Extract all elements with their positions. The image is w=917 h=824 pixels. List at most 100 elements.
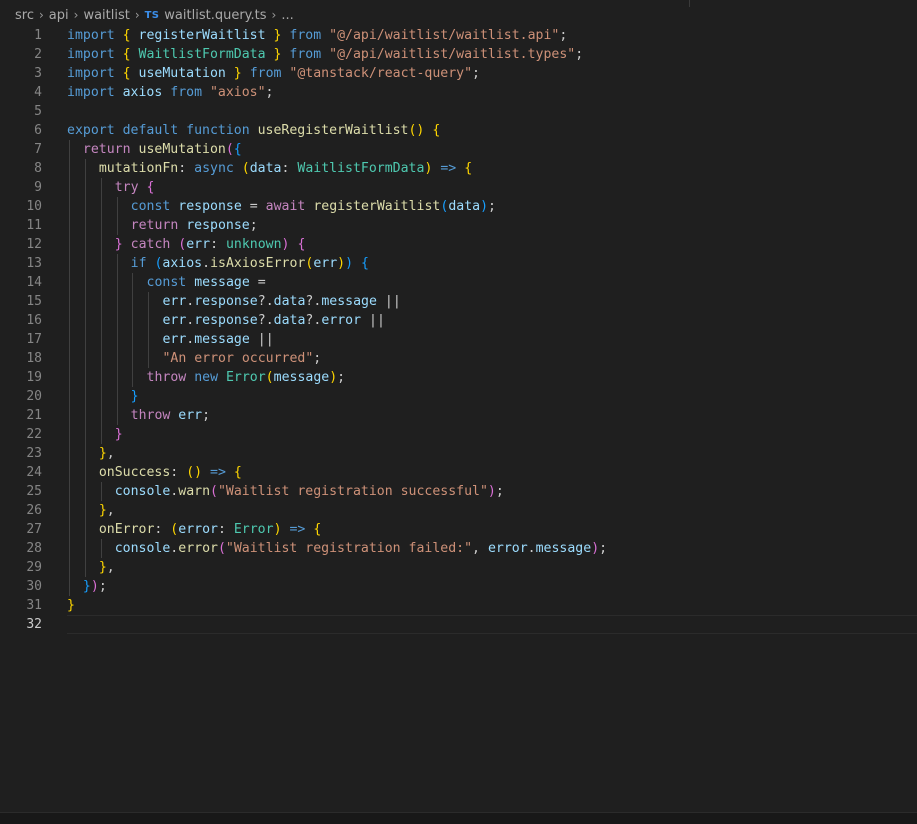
line-number: 31: [26, 598, 42, 613]
code-line[interactable]: 11 return response;: [0, 216, 917, 235]
code-text: onError: (error: Error) => {: [98, 522, 322, 537]
code-line[interactable]: 6 export default function useRegisterWait…: [0, 121, 917, 140]
code-line[interactable]: 9 try {: [0, 178, 917, 197]
line-number: 15: [26, 294, 42, 309]
line-number: 10: [26, 199, 42, 214]
code-text: throw err;: [130, 408, 211, 423]
divider: [689, 0, 690, 7]
line-number: 18: [26, 351, 42, 366]
code-text: } catch (err: unknown) {: [114, 237, 306, 252]
line-number: 11: [26, 218, 42, 233]
code-text: return response;: [130, 218, 258, 233]
code-line[interactable]: 10 const response = await registerWaitli…: [0, 197, 917, 216]
code-text: import { useMutation } from "@tanstack/r…: [67, 66, 480, 81]
code-line[interactable]: 7 return useMutation({: [0, 140, 917, 159]
code-line[interactable]: 19 throw new Error(message);: [0, 368, 917, 387]
code-line[interactable]: 1 import { registerWaitlist } from "@/api…: [0, 26, 917, 45]
line-number: 8: [34, 161, 42, 176]
line-number: 1: [34, 28, 42, 43]
line-number: 3: [34, 66, 42, 81]
code-line[interactable]: 2 import { WaitlistFormData } from "@/api…: [0, 45, 917, 64]
code-line[interactable]: 32: [0, 615, 917, 634]
code-line[interactable]: 8 mutationFn: async (data: WaitlistFormD…: [0, 159, 917, 178]
code-text: import { registerWaitlist } from "@/api/…: [67, 28, 568, 43]
code-line[interactable]: 12 } catch (err: unknown) {: [0, 235, 917, 254]
code-text: err.response?.data?.message ||: [162, 294, 401, 309]
line-number: 6: [34, 123, 42, 138]
code-line[interactable]: 20 }: [0, 387, 917, 406]
line-number: 26: [26, 503, 42, 518]
code-text: const response = await registerWaitlist(…: [130, 199, 496, 214]
typescript-file-icon: TS: [144, 9, 160, 21]
code-text: },: [98, 560, 115, 575]
line-number: 32: [26, 617, 42, 632]
chevron-right-icon: ›: [73, 8, 79, 22]
code-line[interactable]: 5: [0, 102, 917, 121]
line-number: 20: [26, 389, 42, 404]
code-text: });: [82, 579, 107, 594]
code-text: },: [98, 446, 115, 461]
code-text: "An error occurred";: [162, 351, 322, 366]
code-line[interactable]: 16 err.response?.data?.error ||: [0, 311, 917, 330]
code-text: throw new Error(message);: [146, 370, 346, 385]
breadcrumb-item-src[interactable]: src: [15, 8, 34, 23]
code-line[interactable]: 4 import axios from "axios";: [0, 83, 917, 102]
code-line[interactable]: 26 },: [0, 501, 917, 520]
line-number: 24: [26, 465, 42, 480]
code-line[interactable]: 17 err.message ||: [0, 330, 917, 349]
breadcrumb-item-file[interactable]: waitlist.query.ts: [164, 8, 266, 23]
code-line[interactable]: 15 err.response?.data?.message ||: [0, 292, 917, 311]
breadcrumb-item-api[interactable]: api: [49, 8, 69, 23]
line-number: 28: [26, 541, 42, 556]
line-number: 12: [26, 237, 42, 252]
code-line[interactable]: 30 });: [0, 577, 917, 596]
line-number: 14: [26, 275, 42, 290]
code-text: }: [67, 598, 75, 613]
line-number: 27: [26, 522, 42, 537]
chevron-right-icon: ›: [38, 8, 44, 22]
code-line[interactable]: 25 console.warn("Waitlist registration s…: [0, 482, 917, 501]
code-line[interactable]: 14 const message =: [0, 273, 917, 292]
breadcrumb-item-waitlist[interactable]: waitlist: [83, 8, 129, 23]
code-text: return useMutation({: [82, 142, 242, 157]
line-number: 19: [26, 370, 42, 385]
code-line[interactable]: 13 if (axios.isAxiosError(err)) {: [0, 254, 917, 273]
line-number: 9: [34, 180, 42, 195]
line-number: 2: [34, 47, 42, 62]
code-text: import { WaitlistFormData } from "@/api/…: [67, 47, 584, 62]
code-line[interactable]: 24 onSuccess: () => {: [0, 463, 917, 482]
code-line[interactable]: 27 onError: (error: Error) => {: [0, 520, 917, 539]
code-line[interactable]: 21 throw err;: [0, 406, 917, 425]
code-line[interactable]: 22 }: [0, 425, 917, 444]
code-text: err.message ||: [162, 332, 274, 347]
code-text: const message =: [146, 275, 266, 290]
line-number: 30: [26, 579, 42, 594]
line-number: 16: [26, 313, 42, 328]
code-text: if (axios.isAxiosError(err)) {: [130, 256, 369, 271]
code-text: export default function useRegisterWaitl…: [67, 123, 441, 138]
code-text: mutationFn: async (data: WaitlistFormDat…: [98, 161, 473, 176]
code-text: onSuccess: () => {: [98, 465, 242, 480]
line-number: 21: [26, 408, 42, 423]
code-line[interactable]: 29 },: [0, 558, 917, 577]
line-number: 23: [26, 446, 42, 461]
code-text: console.error("Waitlist registration fai…: [114, 541, 608, 556]
line-number: 4: [34, 85, 42, 100]
current-line-highlight: [67, 615, 917, 634]
code-text: }: [114, 427, 123, 442]
code-editor[interactable]: 1 import { registerWaitlist } from "@/api…: [0, 26, 917, 634]
code-line[interactable]: 18 "An error occurred";: [0, 349, 917, 368]
line-number: 29: [26, 560, 42, 575]
code-text: },: [98, 503, 115, 518]
horizontal-scrollbar[interactable]: [0, 812, 917, 824]
code-line[interactable]: 3 import { useMutation } from "@tanstack/…: [0, 64, 917, 83]
code-text: }: [130, 389, 139, 404]
breadcrumb-item-more[interactable]: ...: [281, 8, 293, 23]
code-line[interactable]: 31}: [0, 596, 917, 615]
line-number: 22: [26, 427, 42, 442]
code-text: import axios from "axios";: [67, 85, 274, 100]
code-line[interactable]: 28 console.error("Waitlist registration …: [0, 539, 917, 558]
code-line[interactable]: 23 },: [0, 444, 917, 463]
chevron-right-icon: ›: [134, 8, 140, 22]
line-number: 25: [26, 484, 42, 499]
